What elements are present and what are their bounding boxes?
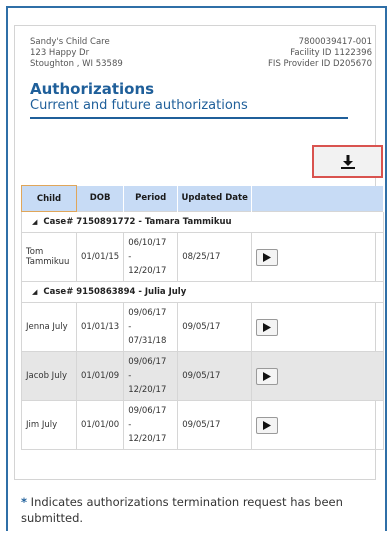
view-details-button[interactable]	[256, 318, 279, 336]
play-icon	[263, 371, 272, 381]
updated-date: 09/05/17	[177, 400, 253, 450]
child-name: Jim July	[21, 400, 77, 450]
table-row: Jenna July 01/01/13 09/06/17 - 07/31/18 …	[21, 302, 384, 352]
period-end: 07/31/18	[128, 336, 167, 346]
column-header-dob[interactable]: DOB	[76, 185, 125, 212]
table-row: Jim July 01/01/00 09/06/17 - 12/20/17 09…	[21, 400, 384, 450]
updated-date: 09/05/17	[177, 302, 253, 352]
facility-id: Facility ID 1122396	[290, 48, 372, 58]
period-cell: 06/10/17 - 12/20/17	[123, 232, 179, 282]
download-button[interactable]	[312, 145, 383, 178]
period-cell: 09/06/17 - 12/20/17	[123, 400, 179, 450]
period-end: 12/20/17	[128, 266, 167, 276]
provider-ids-block: 7800039417-001 Facility ID 1122396 FIS P…	[268, 37, 372, 70]
child-name: Jacob July	[21, 351, 77, 401]
child-name: Tom Tammikuu	[21, 232, 77, 282]
provider-address-line2: Stoughton , WI 53589	[30, 59, 123, 69]
child-dob: 01/01/09	[75, 351, 125, 401]
period-end: 12/20/17	[128, 434, 167, 444]
provider-address-block: Sandy's Child Care 123 Happy Dr Stoughto…	[30, 37, 123, 70]
table-row: Tom Tammikuu 01/01/15 06/10/17 - 12/20/1…	[21, 232, 384, 282]
table-row: Jacob July 01/01/09 09/06/17 - 12/20/17 …	[21, 351, 384, 401]
view-details-button[interactable]	[256, 367, 279, 385]
period-separator: -	[128, 420, 132, 430]
footnote: * Indicates authorizations termination r…	[21, 494, 381, 526]
period-start: 09/06/17	[128, 406, 167, 416]
action-cell	[251, 302, 384, 352]
table-header-row: Child DOB Period Updated Date	[21, 185, 384, 212]
column-header-child[interactable]: Child	[21, 185, 77, 212]
updated-date: 09/05/17	[177, 351, 253, 401]
provider-address-line1: 123 Happy Dr	[30, 48, 90, 58]
action-cell	[251, 351, 384, 401]
period-separator: -	[128, 252, 132, 262]
page-subtitle: Current and future authorizations	[30, 98, 248, 113]
child-name: Jenna July	[21, 302, 77, 352]
case-label: Case# 7150891772 - Tamara Tammikuu	[43, 217, 232, 227]
collapse-triangle-icon[interactable]: ◢	[32, 288, 37, 296]
child-dob: 01/01/15	[75, 232, 125, 282]
case-label: Case# 9150863894 - Julia July	[43, 287, 187, 297]
child-dob: 01/01/13	[75, 302, 125, 352]
play-icon	[263, 252, 272, 262]
period-separator: -	[128, 371, 132, 381]
provider-name: Sandy's Child Care	[30, 37, 110, 47]
action-cell	[251, 232, 384, 282]
column-header-updated-date[interactable]: Updated Date	[177, 185, 253, 212]
play-icon	[263, 420, 272, 430]
period-cell: 09/06/17 - 07/31/18	[123, 302, 179, 352]
period-start: 09/06/17	[128, 357, 167, 367]
provider-phone: 7800039417-001	[298, 37, 372, 47]
period-start: 06/10/17	[128, 238, 167, 248]
play-icon	[263, 322, 272, 332]
case-group-row[interactable]: ◢ Case# 7150891772 - Tamara Tammikuu	[21, 211, 384, 233]
title-divider	[30, 117, 348, 119]
period-start: 09/06/17	[128, 308, 167, 318]
fis-provider-id: FIS Provider ID D205670	[268, 59, 372, 69]
footnote-text: Indicates authorizations termination req…	[21, 495, 343, 525]
page-title: Authorizations	[30, 80, 155, 98]
view-details-button[interactable]	[256, 248, 279, 266]
child-dob: 01/01/00	[75, 400, 125, 450]
download-icon	[340, 154, 355, 169]
view-details-button[interactable]	[256, 416, 279, 434]
updated-date: 08/25/17	[177, 232, 253, 282]
case-group-row[interactable]: ◢ Case# 9150863894 - Julia July	[21, 281, 384, 303]
period-end: 12/20/17	[128, 385, 167, 395]
period-separator: -	[128, 322, 132, 332]
authorizations-table: Child DOB Period Updated Date ◢ Case# 715…	[21, 185, 384, 450]
collapse-triangle-icon[interactable]: ◢	[32, 218, 37, 226]
action-cell	[251, 400, 384, 450]
period-cell: 09/06/17 - 12/20/17	[123, 351, 179, 401]
column-header-actions	[251, 185, 384, 212]
column-header-period[interactable]: Period	[123, 185, 179, 212]
